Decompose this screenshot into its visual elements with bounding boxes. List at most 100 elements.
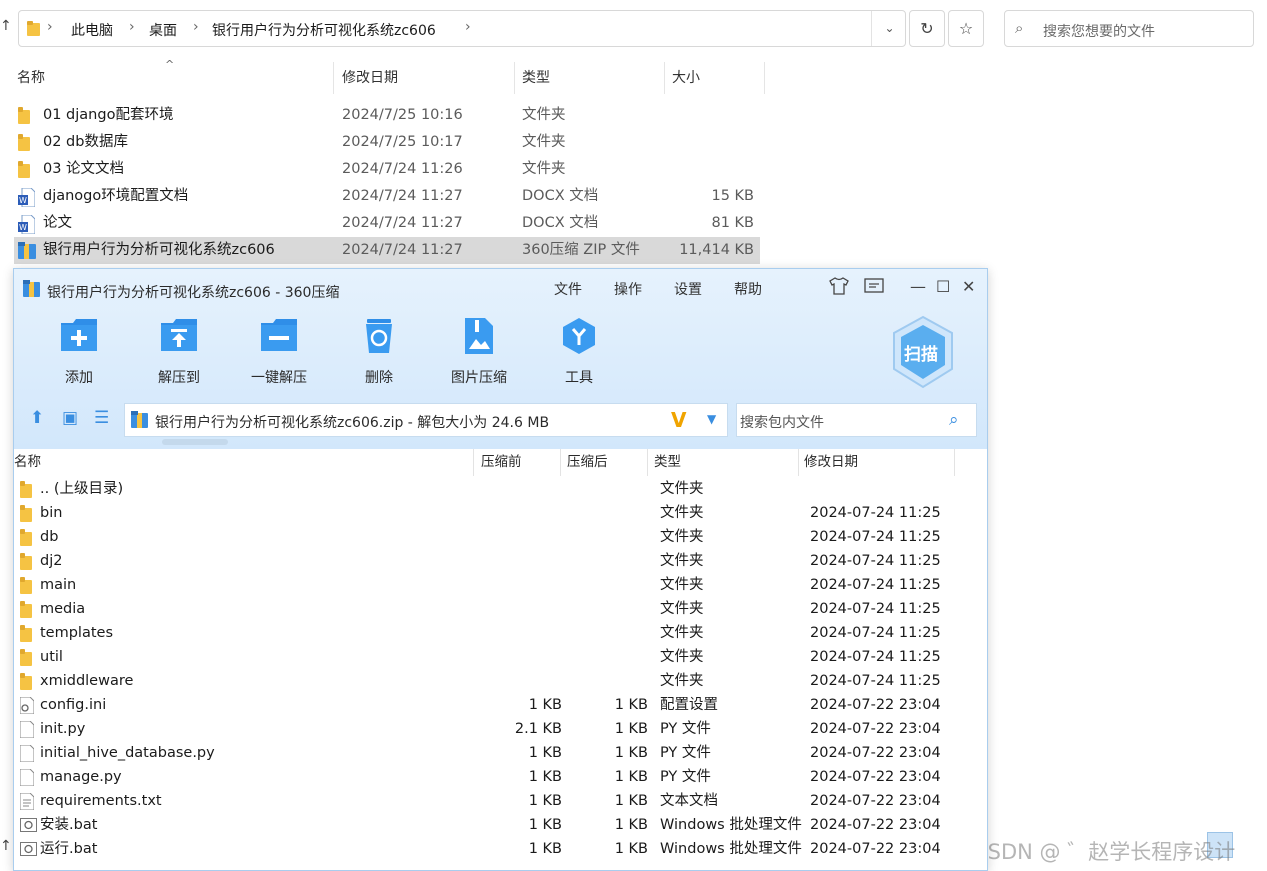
file-row[interactable]: 03 论文文档 2024/7/24 11:26 文件夹	[14, 156, 760, 183]
zip-entry-row[interactable]: db 文件夹 2024-07-24 11:25	[14, 525, 987, 549]
refresh-button[interactable]: ↻	[909, 10, 945, 47]
up-arrow-icon[interactable]: ↑	[0, 18, 12, 34]
menu-settings[interactable]: 设置	[674, 279, 702, 299]
entry-date: 2024-07-24 11:25	[810, 505, 941, 521]
zip-search-input[interactable]: 搜索包内文件 ⌕	[736, 403, 977, 437]
file-type: DOCX 文档	[522, 188, 599, 204]
column-divider[interactable]	[560, 449, 561, 476]
skin-shirt-icon[interactable]	[829, 277, 849, 299]
zip-column-header-name[interactable]: 名称	[14, 449, 41, 476]
zip-column-header-before[interactable]: 压缩前	[481, 449, 522, 476]
arrow-up-icon[interactable]: ⬆	[30, 408, 44, 428]
toolbar-add-button[interactable]: 添加	[34, 317, 124, 387]
maximize-icon[interactable]: ☐	[936, 277, 950, 296]
zip-entry-row[interactable]: init.py 2.1 KB 1 KB PY 文件 2024-07-22 23:04	[14, 717, 987, 741]
thumbnail-view-icon[interactable]: ▣	[62, 408, 78, 428]
zip-entry-row[interactable]: media 文件夹 2024-07-24 11:25	[14, 597, 987, 621]
file-row[interactable]: Wdjanogo环境配置文档 2024/7/24 11:27 DOCX 文档 15 K…	[14, 183, 760, 210]
zip-entry-row[interactable]: xmiddleware 文件夹 2024-07-24 11:25	[14, 669, 987, 693]
column-divider[interactable]	[647, 449, 648, 476]
zip-entry-row[interactable]: dj2 文件夹 2024-07-24 11:25	[14, 549, 987, 573]
zip-column-header-modified[interactable]: 修改日期	[804, 449, 858, 476]
file-type: 文件夹	[522, 134, 566, 150]
entry-date: 2024-07-24 11:25	[810, 649, 941, 665]
breadcrumb-desktop[interactable]: 桌面	[149, 20, 177, 40]
column-header-modified[interactable]: 修改日期	[335, 62, 398, 94]
folder-icon	[27, 21, 41, 41]
column-divider[interactable]	[764, 62, 765, 94]
search-icon[interactable]: ⌕	[949, 410, 959, 430]
zip-entry-row[interactable]: bin 文件夹 2024-07-24 11:25	[14, 501, 987, 525]
zip-column-header-type[interactable]: 类型	[654, 449, 681, 476]
chevron-right-icon: ›	[47, 19, 53, 35]
zip-column-header-after[interactable]: 压缩后	[567, 449, 608, 476]
file-row[interactable]: W 论文 2024/7/24 11:27 DOCX 文档 81 KB	[14, 210, 760, 237]
file-name: 01 django配套环境	[43, 107, 174, 123]
explorer-search-box[interactable]: ⌕ 搜索您想要的文件	[1004, 10, 1254, 47]
zip-entry-row[interactable]: initial_hive_database.py 1 KB 1 KB PY 文件 202…	[14, 741, 987, 765]
zip-entry-row[interactable]: manage.py 1 KB 1 KB PY 文件 2024-07-22 23:04	[14, 765, 987, 789]
column-divider[interactable]	[333, 62, 334, 94]
file-name: djanogo环境配置文档	[43, 188, 189, 204]
list-view-icon[interactable]: ☰	[94, 408, 109, 428]
column-divider[interactable]	[954, 449, 955, 476]
menu-operation[interactable]: 操作	[614, 279, 642, 299]
column-divider[interactable]	[473, 449, 474, 476]
zip-archive-icon	[131, 411, 149, 433]
close-icon[interactable]: ✕	[962, 277, 975, 296]
up-arrow-icon: ↑	[0, 838, 12, 854]
address-dropdown-chevron-icon[interactable]: ⌄	[871, 11, 907, 46]
column-header-name[interactable]: 名称	[10, 62, 45, 94]
zip-entry-row[interactable]: util 文件夹 2024-07-24 11:25	[14, 645, 987, 669]
message-icon[interactable]	[864, 277, 884, 299]
zip-entry-row[interactable]: requirements.txt 1 KB 1 KB 文本文档 2024-07-22 2…	[14, 789, 987, 813]
zip-entry-row[interactable]: 安装.bat 1 KB 1 KB Windows 批处理文件 2024-07-22 23…	[14, 813, 987, 837]
entry-size-after: 1 KB	[614, 697, 648, 713]
entry-type: 文本文档	[660, 793, 718, 809]
extract-to-icon	[159, 317, 199, 357]
breadcrumb-this-pc[interactable]: 此电脑	[71, 20, 113, 40]
menu-help[interactable]: 帮助	[734, 279, 762, 299]
zip-archive-icon	[23, 280, 41, 302]
toolbar-tools-button[interactable]: 工具	[534, 317, 624, 387]
entry-date: 2024-07-22 23:04	[810, 697, 941, 713]
entry-date: 2024-07-22 23:04	[810, 793, 941, 809]
zip-entry-row[interactable]: main 文件夹 2024-07-24 11:25	[14, 573, 987, 597]
menu-file[interactable]: 文件	[554, 279, 582, 299]
entry-date: 2024-07-22 23:04	[810, 721, 941, 737]
entry-type: 文件夹	[660, 481, 704, 497]
column-divider[interactable]	[798, 449, 799, 476]
zip-path-field[interactable]: 银行用户行为分析可视化系统zc606.zip - 解包大小为 24.6 MB V…	[124, 403, 728, 437]
toolbar-label: 一键解压	[251, 370, 307, 386]
address-bar[interactable]: › 此电脑 › 桌面 › 银行用户行为分析可视化系统zc606 › ⌄	[18, 10, 906, 47]
zip-window-title: 银行用户行为分析可视化系统zc606 - 360压缩	[47, 285, 340, 301]
breadcrumb-current-folder[interactable]: 银行用户行为分析可视化系统zc606	[212, 20, 436, 40]
entry-name: bin	[40, 505, 63, 521]
horizontal-scrollbar[interactable]	[162, 439, 228, 445]
path-dropdown-icon[interactable]: ▼	[707, 412, 716, 426]
chevron-right-icon: ›	[465, 19, 471, 35]
scan-button[interactable]: 扫描	[890, 315, 956, 393]
toolbar-delete-button[interactable]: 删除	[334, 317, 424, 387]
scan-label: 扫描	[904, 345, 938, 365]
column-header-size[interactable]: 大小	[665, 62, 700, 94]
toolbar-image-compress-button[interactable]: 图片压缩	[434, 317, 524, 387]
refresh-icon: ↻	[920, 19, 934, 38]
entry-size-before: 1 KB	[528, 817, 562, 833]
entry-type: 文件夹	[660, 577, 704, 593]
column-header-type[interactable]: 类型	[515, 62, 550, 94]
toolbar-one-click-extract-button[interactable]: 一键解压	[234, 317, 324, 387]
minimize-icon[interactable]: —	[910, 277, 926, 296]
file-row[interactable]: 01 django配套环境 2024/7/25 10:16 文件夹	[14, 102, 760, 129]
file-row[interactable]: 银行用户行为分析可视化系统zc606 2024/7/24 11:27 360压缩 Z…	[14, 237, 760, 264]
file-row[interactable]: 02 db数据库 2024/7/25 10:17 文件夹	[14, 129, 760, 156]
entry-date: 2024-07-24 11:25	[810, 553, 941, 569]
favorite-button[interactable]: ☆	[948, 10, 984, 47]
zip-entry-row[interactable]: config.ini 1 KB 1 KB 配置设置 2024-07-22 23:04	[14, 693, 987, 717]
toolbar-extract-to-button[interactable]: 解压到	[134, 317, 224, 387]
zip-entry-row[interactable]: templates 文件夹 2024-07-24 11:25	[14, 621, 987, 645]
zip-entry-row[interactable]: .. (上级目录) 文件夹	[14, 477, 987, 501]
zip-archive-icon	[18, 242, 37, 270]
zip-entry-row[interactable]: 运行.bat 1 KB 1 KB Windows 批处理文件 2024-07-22 23…	[14, 837, 987, 861]
v-logo-icon[interactable]: V	[671, 408, 686, 432]
